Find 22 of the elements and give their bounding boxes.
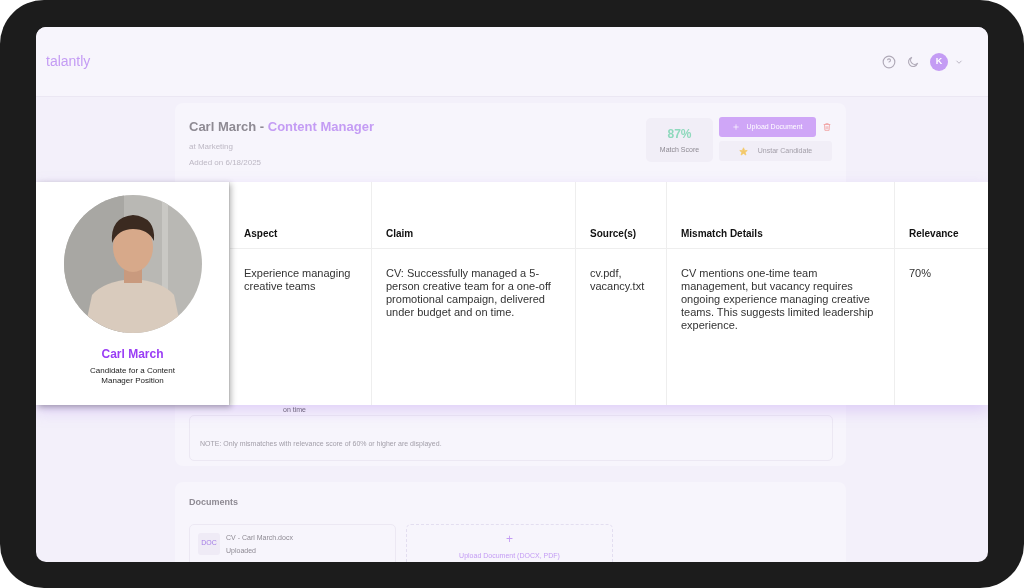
profile-name: Carl March: [101, 346, 164, 363]
column-header: Claim: [371, 182, 575, 248]
table-cell: CV mentions one-time team management, but vacancy requires ongoing experience managing creative teams. This suggests limited leadership experience.: [666, 249, 894, 405]
table-cell: cv.pdf, vacancy.txt: [575, 249, 666, 405]
trash-icon[interactable]: [822, 122, 832, 132]
plus-icon: [732, 123, 741, 131]
plus-sign: +: [506, 532, 513, 545]
profile-subtitle: Candidate for a Content Manager Position: [89, 366, 176, 386]
table-cell: 70%: [894, 249, 988, 405]
documents-title: Documents: [189, 496, 239, 509]
match-score: 87%: [667, 125, 692, 143]
column-header: Mismatch Details: [666, 182, 894, 248]
candidate-title: Carl March - Content Manager: [189, 118, 374, 136]
table-cell: Experience managing creative teams: [229, 249, 371, 405]
avatar[interactable]: K: [930, 52, 948, 71]
table-cell: CV: Successfully managed a 5-person creative team for a one-off promotional campaign, delivered under budget and on time.: [371, 249, 575, 405]
column-header: Relevance: [894, 182, 988, 248]
moon-icon[interactable]: [906, 54, 920, 69]
column-header: Aspect: [229, 182, 371, 248]
logo[interactable]: talantly: [46, 51, 91, 72]
column-header: Source(s): [575, 182, 666, 248]
help-icon[interactable]: [882, 54, 896, 69]
